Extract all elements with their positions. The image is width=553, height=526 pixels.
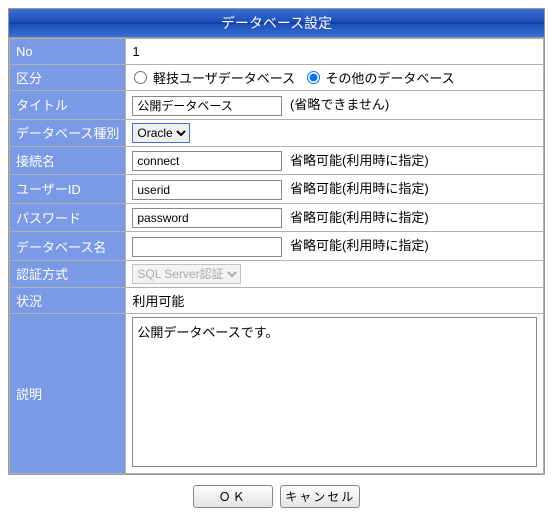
user-id-input[interactable]: [132, 180, 282, 200]
settings-form: No 1 区分 軽技ユーザデータベース その他のデータベース タイトル (省略で…: [9, 38, 544, 474]
label-division: 区分: [10, 65, 126, 91]
connection-input[interactable]: [132, 151, 282, 171]
hint-title-required: (省略できません): [290, 97, 389, 112]
db-type-select[interactable]: Oracle: [132, 123, 190, 143]
dialog-title: データベース設定: [9, 9, 544, 38]
label-description: 説明: [10, 313, 126, 473]
label-db-name: データベース名: [10, 232, 126, 261]
title-input[interactable]: [132, 96, 282, 116]
db-name-input[interactable]: [132, 237, 282, 257]
radio-other-db[interactable]: [307, 71, 320, 84]
label-status: 状況: [10, 287, 126, 313]
hint-db-name: 省略可能(利用時に指定): [290, 238, 429, 253]
description-textarea[interactable]: [132, 317, 537, 467]
button-row: ＯＫ キャンセル: [8, 475, 545, 518]
radio-keigi-db[interactable]: [134, 71, 147, 84]
hint-password: 省略可能(利用時に指定): [290, 210, 429, 225]
ok-button[interactable]: ＯＫ: [193, 485, 273, 508]
label-password: パスワード: [10, 203, 126, 232]
value-division: 軽技ユーザデータベース その他のデータベース: [126, 65, 544, 91]
hint-connection: 省略可能(利用時に指定): [290, 153, 429, 168]
label-db-type: データベース種別: [10, 119, 126, 146]
label-auth-method: 認証方式: [10, 260, 126, 287]
label-no: No: [10, 39, 126, 65]
label-user-id: ユーザーID: [10, 175, 126, 204]
value-no: 1: [126, 39, 544, 65]
database-settings-dialog: データベース設定 No 1 区分 軽技ユーザデータベース その他のデータベース …: [8, 8, 545, 475]
auth-method-select: SQL Server認証: [132, 264, 241, 284]
label-connection: 接続名: [10, 146, 126, 175]
password-input[interactable]: [132, 208, 282, 228]
radio-keigi-db-label[interactable]: 軽技ユーザデータベース: [153, 71, 295, 86]
cancel-button[interactable]: キャンセル: [280, 485, 360, 508]
hint-user-id: 省略可能(利用時に指定): [290, 181, 429, 196]
radio-other-db-label[interactable]: その他のデータベース: [325, 71, 454, 86]
label-title: タイトル: [10, 91, 126, 120]
value-status: 利用可能: [126, 287, 544, 313]
